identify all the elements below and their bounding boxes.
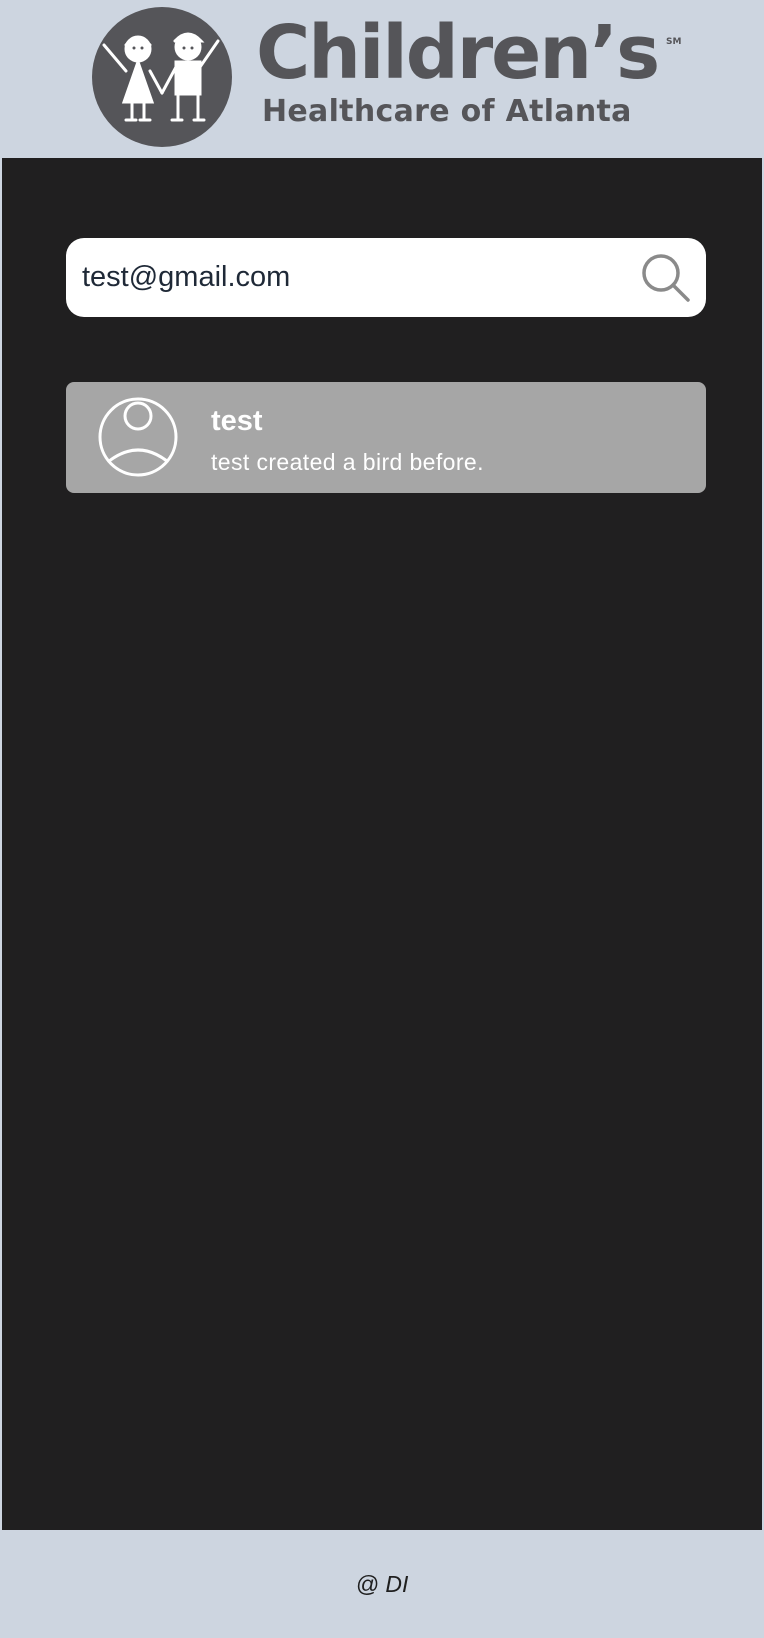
search-bar [66, 238, 706, 317]
footer: @ DI [0, 1530, 764, 1638]
user-avatar-icon [98, 397, 178, 477]
childrens-healthcare-logo: Children’s SM Healthcare of Atlanta [90, 7, 690, 147]
header: Children’s SM Healthcare of Atlanta [0, 0, 764, 158]
search-button[interactable] [640, 252, 692, 304]
logo-title: Children’s [256, 10, 660, 96]
result-name: test [211, 405, 263, 437]
result-description: test created a bird before. [211, 449, 484, 475]
logo-subtitle: Healthcare of Atlanta [262, 94, 632, 129]
search-input[interactable] [82, 250, 622, 305]
search-result-item[interactable]: test test created a bird before. [66, 382, 706, 493]
main-panel: test test created a bird before. [2, 158, 762, 1530]
logo-service-mark: SM [666, 37, 682, 47]
search-icon [642, 254, 690, 302]
footer-text: @ DI [355, 1571, 409, 1597]
logo-children-emblem-icon [92, 7, 232, 147]
